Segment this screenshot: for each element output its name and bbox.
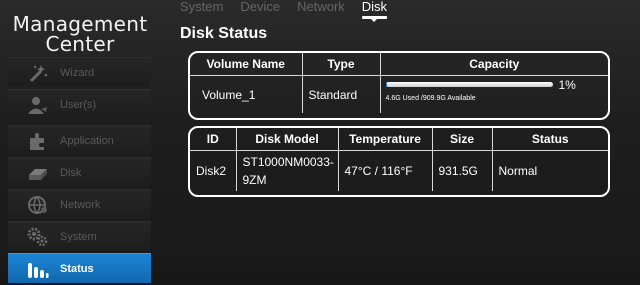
- table-row: Volume_1 Standard 1% 4.6G Used /909.9G A…: [190, 75, 608, 114]
- disk-table: ID Disk Model Temperature Size Status Di…: [188, 126, 610, 197]
- tab-disk[interactable]: Disk: [361, 0, 388, 22]
- sidebar-item-network[interactable]: Network: [8, 189, 151, 219]
- capacity-progress-bar: [385, 82, 553, 87]
- user-icon: [22, 94, 54, 116]
- sidebar-item-users[interactable]: User(s): [8, 89, 151, 119]
- sidebar-item-label: Disk: [60, 166, 82, 179]
- disk-status: Normal: [498, 164, 538, 178]
- sidebar-nav: Wizard User(s) Application Disk Network: [8, 57, 151, 285]
- column-header: ID: [190, 128, 237, 151]
- app-title: Management Center: [8, 14, 152, 54]
- capacity-cell: 1% 4.6G Used /909.9G Available: [380, 76, 608, 114]
- column-header: Temperature: [338, 128, 433, 151]
- tab-device[interactable]: Device: [240, 0, 280, 18]
- globe-icon: [22, 194, 54, 216]
- status-bars-icon: [22, 258, 54, 280]
- capacity-text: 4.6G Used /909.9G Available: [385, 95, 476, 102]
- puzzle-icon: [22, 130, 54, 152]
- capacity-percent: 1%: [558, 78, 576, 92]
- column-header: Capacity: [380, 53, 608, 76]
- column-header: Size: [432, 128, 493, 151]
- gears-icon: [22, 226, 54, 248]
- table-header-row: ID Disk Model Temperature Size Status: [190, 128, 608, 151]
- sidebar-item-label: System: [60, 230, 97, 243]
- disk-model: ST1000NM0033-9ZM: [236, 150, 339, 191]
- sidebar-item-system[interactable]: System: [8, 221, 151, 251]
- sidebar-item-disk[interactable]: Disk: [8, 157, 151, 187]
- disk-id: Disk2: [190, 150, 237, 191]
- table-header-row: Volume Name Type Capacity: [190, 53, 608, 76]
- tab-disk-label: Disk: [361, 0, 388, 14]
- tab-system[interactable]: System: [180, 0, 223, 18]
- disk-icon: [22, 162, 54, 184]
- capacity-progress-fill: [385, 82, 388, 87]
- column-header: Status: [492, 128, 608, 151]
- sidebar-item-label: Status: [60, 262, 94, 275]
- tab-network[interactable]: Network: [297, 0, 345, 18]
- app-title-line2: Center: [45, 32, 115, 56]
- sidebar-item-wizard[interactable]: Wizard: [8, 57, 151, 87]
- sidebar-item-status[interactable]: Status: [8, 253, 151, 283]
- app-title-line1: Management: [12, 12, 148, 36]
- active-tab-caret: [370, 18, 379, 22]
- sidebar: Management Center Wizard User(s) Applica…: [0, 0, 160, 285]
- top-tabs: System Device Network Disk: [180, 0, 404, 22]
- sidebar-item-label: Network: [60, 198, 101, 211]
- disk-temperature: 47°C / 116°F: [338, 150, 433, 191]
- volume-name: Volume_1: [190, 75, 303, 113]
- volume-table: Volume Name Type Capacity Volume_1 Stand…: [188, 51, 610, 120]
- column-header: Disk Model: [236, 128, 339, 151]
- wand-icon: [22, 62, 54, 84]
- column-header: Volume Name: [190, 53, 303, 76]
- volume-type: Standard: [302, 75, 381, 113]
- table-row: Disk2 ST1000NM0033-9ZM 47°C / 116°F 931.…: [190, 150, 608, 191]
- sidebar-item-application[interactable]: Application: [8, 125, 151, 155]
- sidebar-item-label: Application: [60, 134, 114, 147]
- disk-size: 931.5G: [432, 150, 493, 191]
- column-header: Type: [302, 53, 381, 76]
- page-title: Disk Status: [180, 25, 268, 42]
- sidebar-item-label: User(s): [60, 98, 97, 111]
- sidebar-item-label: Wizard: [60, 66, 95, 79]
